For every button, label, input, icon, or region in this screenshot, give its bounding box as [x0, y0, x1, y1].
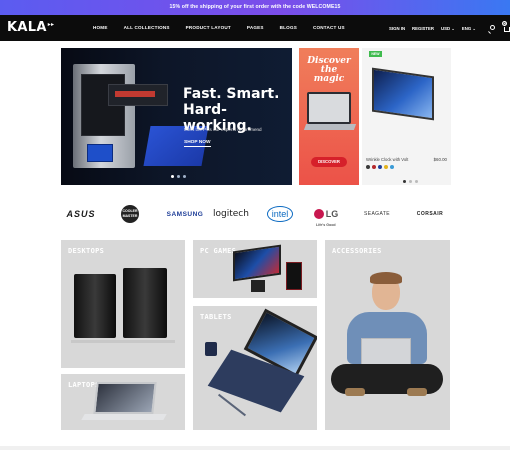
promo-title: Discover the magic — [307, 56, 351, 84]
graphics-card-image — [108, 84, 168, 106]
cart-icon[interactable]: 0 — [497, 21, 510, 32]
laptop-base-image — [81, 414, 167, 420]
slider-dot[interactable] — [414, 180, 418, 183]
color-swatch[interactable] — [366, 165, 370, 169]
menu-item-blogs[interactable]: BLOGS — [280, 25, 297, 30]
desktop-pc-image — [74, 274, 116, 338]
color-swatch[interactable] — [372, 165, 376, 169]
cart-count-badge: 0 — [502, 21, 507, 26]
menu-item-product-layout[interactable]: PRODUCT LAYOUT — [186, 25, 231, 30]
brand-intel-logo[interactable]: intel — [262, 200, 298, 228]
brand-logo-strip: ASUS COOLER MASTER SAMSUNG logitech inte… — [60, 200, 452, 228]
coffee-cup-image — [205, 342, 217, 356]
account-nav: SIGN IN REGISTER USD ⌄ ENG ⌄ 0 — [382, 21, 510, 32]
menu-item-contact-us[interactable]: CONTACT US — [313, 25, 345, 30]
category-laptops-label[interactable]: LAPTOPS — [68, 381, 100, 389]
top-navigation: KALA▸▸ HOME ALL COLLECTIONS PRODUCT LAYO… — [0, 15, 510, 41]
lg-tagline: Life's Good — [316, 223, 336, 227]
category-pc-games-tile[interactable]: PC GAMES — [193, 240, 317, 298]
category-accessories-tile[interactable]: ACCESSORIES — [325, 240, 450, 430]
gaming-monitor-image — [233, 244, 281, 282]
product-slider-dots — [401, 180, 419, 183]
desktop-pc-image — [123, 268, 167, 338]
discover-button[interactable]: DISCOVER — [311, 157, 347, 167]
color-swatch[interactable] — [384, 165, 388, 169]
hero-slider-dots — [169, 175, 187, 178]
slider-dot[interactable] — [408, 180, 412, 183]
main-menu: HOME ALL COLLECTIONS PRODUCT LAYOUT PAGE… — [93, 25, 361, 30]
brand-logitech-logo[interactable]: logitech — [210, 200, 252, 228]
slider-dot[interactable] — [402, 180, 406, 183]
color-swatch[interactable] — [390, 165, 394, 169]
currency-select[interactable]: USD ⌄ — [441, 26, 455, 32]
hero-subtitle: Meet the PCs our experts recommend — [184, 127, 262, 132]
category-laptops-tile[interactable]: LAPTOPS — [61, 374, 185, 430]
register-link[interactable]: REGISTER — [412, 26, 434, 31]
category-tablets-label[interactable]: TABLETS — [200, 313, 232, 321]
menu-item-pages[interactable]: PAGES — [247, 25, 264, 30]
product-image[interactable] — [372, 67, 434, 121]
language-select[interactable]: ENG ⌄ — [462, 26, 476, 32]
slider-dot[interactable] — [176, 175, 180, 178]
shop-now-button[interactable]: SHOP NOW — [184, 140, 211, 147]
brand-samsung-logo[interactable]: SAMSUNG — [160, 200, 210, 228]
category-pc-games-label[interactable]: PC GAMES — [200, 247, 236, 255]
hero-slider[interactable]: Fast. Smart. Hard-working. Meet the PCs o… — [61, 48, 292, 185]
search-icon[interactable] — [483, 25, 495, 32]
menu-item-all-collections[interactable]: ALL COLLECTIONS — [124, 25, 170, 30]
category-accessories-label[interactable]: ACCESSORIES — [332, 247, 382, 255]
category-tablets-tile[interactable]: TABLETS — [193, 306, 317, 430]
brand-seagate-logo[interactable]: SEAGATE — [356, 200, 398, 228]
slider-dot[interactable] — [182, 175, 186, 178]
site-logo[interactable]: KALA▸▸ — [7, 20, 54, 35]
brand-asus-logo[interactable]: ASUS — [60, 200, 102, 228]
gaming-tower-image — [286, 262, 302, 290]
laptop-image — [93, 382, 157, 414]
product-price: $60.00 — [433, 157, 447, 162]
promo-banner: 15% off the shipping of your first order… — [0, 0, 510, 15]
discover-promo-banner[interactable]: Discover the magic DISCOVER — [299, 48, 359, 185]
menu-item-home[interactable]: HOME — [93, 25, 108, 30]
ssd-box-image — [87, 144, 113, 162]
brand-corsair-logo[interactable]: CORSAIR — [410, 200, 450, 228]
slider-dot[interactable] — [170, 175, 174, 178]
featured-product-card[interactable]: NEW Wrinkle Clock with Volt $60.00 — [362, 48, 451, 185]
brand-cooler-master-logo[interactable]: COOLER MASTER — [112, 200, 148, 228]
color-swatches — [366, 165, 396, 169]
sign-in-link[interactable]: SIGN IN — [389, 26, 405, 31]
category-desktops-tile[interactable]: DESKTOPS — [61, 240, 185, 368]
footer-divider — [0, 446, 510, 450]
category-desktops-label[interactable]: DESKTOPS — [68, 247, 104, 255]
product-name[interactable]: Wrinkle Clock with Volt — [366, 157, 408, 162]
color-swatch[interactable] — [378, 165, 382, 169]
promo-laptop-image — [307, 92, 351, 124]
new-badge: NEW — [369, 51, 382, 57]
